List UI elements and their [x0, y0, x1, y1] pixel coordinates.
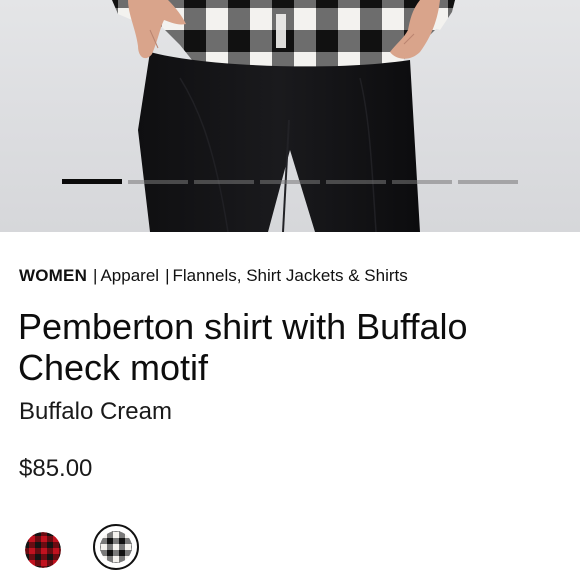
carousel-dot-5[interactable]	[326, 180, 386, 184]
breadcrumb-apparel[interactable]: Apparel	[100, 266, 159, 285]
product-page: WOMEN | Apparel | Flannels, Shirt Jackets & …	[0, 0, 580, 580]
breadcrumb: WOMEN | Apparel | Flannels, Shirt Jackets & …	[19, 265, 408, 287]
swatch-red-buffalo-check[interactable]	[23, 530, 63, 570]
selected-color-name: Buffalo Cream	[19, 398, 172, 425]
product-photo-illustration	[112, 0, 455, 232]
breadcrumb-flannels-shirts[interactable]: Flannels, Shirt Jackets & Shirts	[173, 266, 408, 285]
carousel-dot-4[interactable]	[260, 180, 320, 184]
breadcrumb-women[interactable]: WOMEN	[19, 266, 87, 285]
red-buffalo-check-icon	[25, 532, 61, 568]
product-image[interactable]	[0, 0, 580, 232]
carousel-dot-3[interactable]	[194, 180, 254, 184]
image-carousel-indicators	[62, 179, 518, 185]
carousel-dot-1[interactable]	[62, 179, 122, 184]
color-swatches	[23, 524, 153, 572]
carousel-dot-2[interactable]	[128, 180, 188, 184]
carousel-dot-7[interactable]	[458, 180, 518, 184]
product-title: Pemberton shirt with Buffalo Check motif	[18, 306, 468, 388]
swatch-buffalo-cream[interactable]	[93, 524, 139, 570]
product-price: $85.00	[19, 455, 93, 482]
breadcrumb-separator: |	[93, 266, 98, 285]
cream-buffalo-check-icon	[100, 531, 132, 563]
breadcrumb-separator: |	[165, 266, 170, 285]
carousel-dot-6[interactable]	[392, 180, 452, 184]
